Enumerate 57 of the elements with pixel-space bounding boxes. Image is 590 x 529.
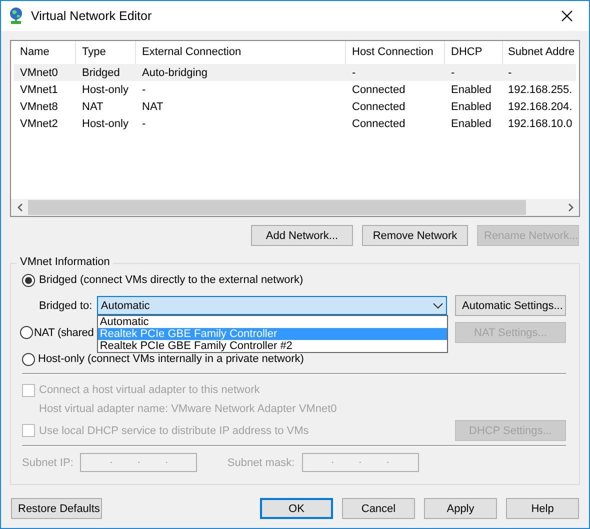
table-cell-text: - xyxy=(450,66,456,78)
table-cell-text: Bridged xyxy=(81,66,121,78)
radio-button[interactable] xyxy=(22,352,35,366)
close-icon[interactable] xyxy=(561,10,573,22)
table-cell-text: Connected xyxy=(351,84,406,96)
table-cell-text: VMnet1 xyxy=(19,84,59,96)
table-row[interactable]: VMnet1 Host-only - Connected Enabled 192.168.255. xyxy=(14,81,576,98)
table-cell-text: - xyxy=(141,84,147,96)
radio-label[interactable]: Host-only (connect VMs internally in a private network) xyxy=(38,353,304,365)
table-cell-text: Auto-bridging xyxy=(141,66,208,78)
table-cell-text: Enabled xyxy=(450,84,492,96)
radio-button[interactable] xyxy=(20,326,33,339)
table-cell-text: Enabled xyxy=(450,100,492,112)
table-row[interactable]: VMnet8 NAT NAT Connected Enabled 192.168.204. xyxy=(14,98,576,115)
table-cell-text: Host-only xyxy=(81,118,130,130)
network-button[interactable]: Remove Network xyxy=(362,225,468,246)
table-cell-text: Host-only xyxy=(81,84,130,96)
table-cell-text: Connected xyxy=(351,100,406,112)
dialog-button[interactable]: Help xyxy=(506,498,579,519)
chevron-down-icon xyxy=(433,302,443,308)
field-label: Subnet mask: xyxy=(227,456,295,468)
dropdown-option[interactable]: Realtek PCIe GBE Family Controller #2 xyxy=(98,340,447,352)
table-row[interactable]: VMnet0 Bridged Auto-bridging - - - xyxy=(14,64,576,81)
table-cell-text: VMnet0 xyxy=(19,66,59,78)
scrollbar-thumb[interactable] xyxy=(28,200,526,215)
table-cell-text: - xyxy=(141,118,147,130)
radio-button[interactable] xyxy=(22,274,35,286)
table-cell-text: - xyxy=(507,66,512,78)
dialog-button[interactable]: OK xyxy=(260,498,333,519)
group-title: VMnet Information xyxy=(17,256,113,268)
adapter-name-text: Host virtual adapter name: VMware Network Adapter VMnet0 xyxy=(39,402,337,414)
automatic-settings-button[interactable]: Automatic Settings... xyxy=(455,295,566,316)
field-label: Subnet IP: xyxy=(22,456,74,468)
dialog-button[interactable]: Apply xyxy=(424,498,497,519)
table-cell-text: Connected xyxy=(351,118,406,130)
dialog-button[interactable]: Restore Defaults xyxy=(11,498,102,519)
scroll-left-icon[interactable] xyxy=(16,203,22,212)
field-label: Bridged to: xyxy=(39,300,93,312)
radio-label[interactable]: NAT (shared xyxy=(34,326,94,338)
scroll-right-icon[interactable] xyxy=(568,203,574,212)
table-cell-text: VMnet2 xyxy=(19,118,59,130)
table-cell-text: Enabled xyxy=(450,118,492,130)
table-cell-text: VMnet8 xyxy=(19,100,59,112)
dialog-button[interactable]: Cancel xyxy=(342,498,415,519)
column-header[interactable]: Subnet Addre xyxy=(503,41,575,64)
table-cell-text: NAT xyxy=(141,100,164,112)
radio-label[interactable]: Bridged (connect VMs directly to the external network) xyxy=(39,274,304,286)
window-title: Virtual Network Editor xyxy=(31,9,153,23)
table-cell-text: NAT xyxy=(81,100,104,112)
table-cell-text: 192.168.10.0 xyxy=(507,118,572,130)
table-cell-text: 192.168.255. xyxy=(507,84,572,96)
globe-icon xyxy=(8,7,24,25)
table-cell-text: - xyxy=(351,66,357,78)
network-button[interactable]: Add Network... xyxy=(251,225,353,246)
table-cell-text: 192.168.204. xyxy=(507,100,572,112)
table-row[interactable]: VMnet2 Host-only - Connected Enabled 192.168.10.0 xyxy=(14,115,576,132)
dropdown-option[interactable]: Automatic xyxy=(98,316,447,328)
